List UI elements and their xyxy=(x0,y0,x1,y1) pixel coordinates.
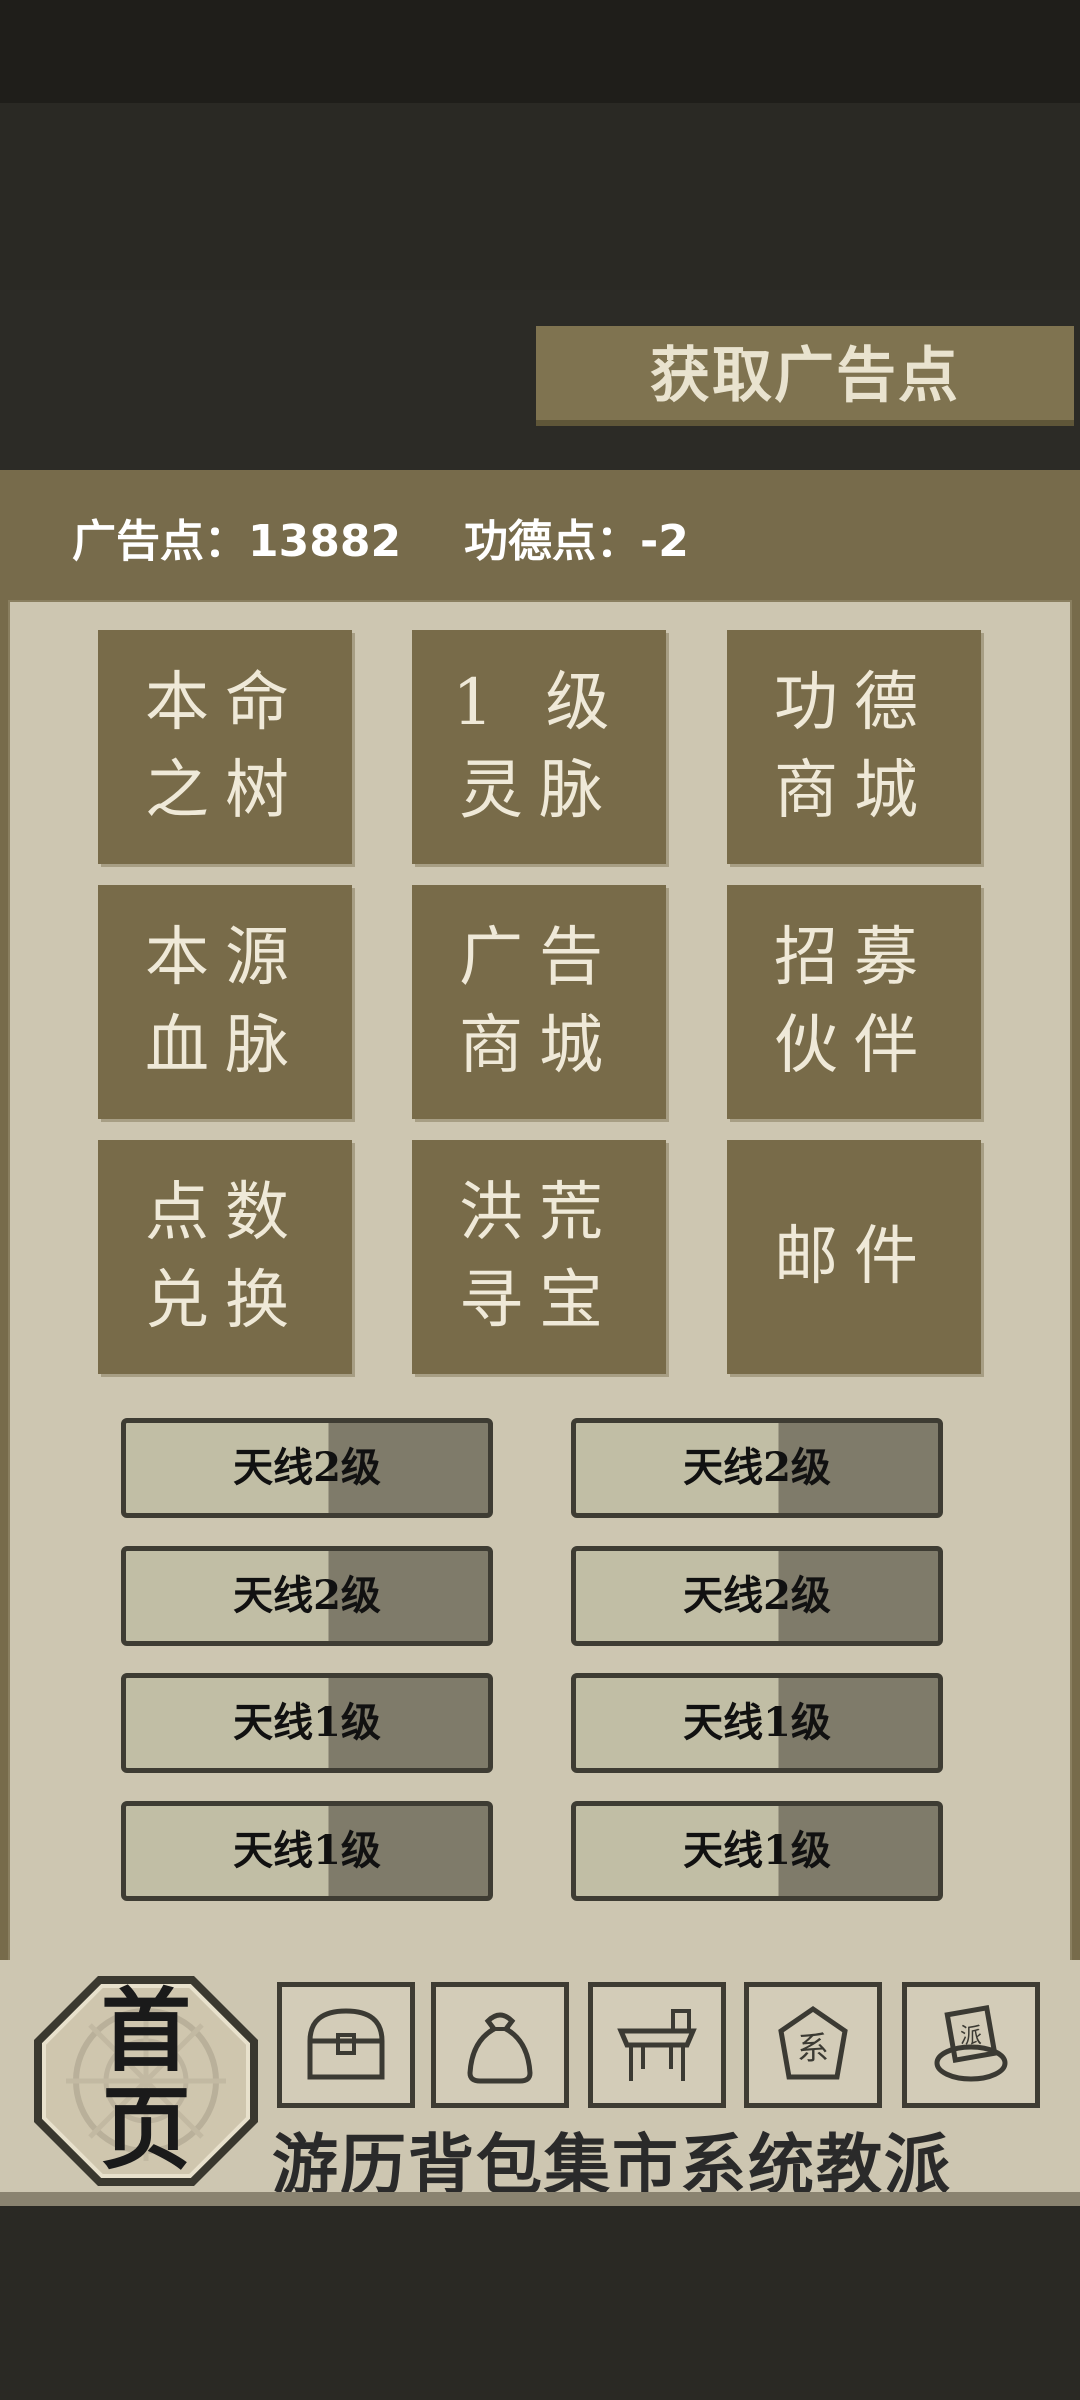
ad-points-value: 广告点：13882 xyxy=(72,516,402,567)
tile-label: 本源 血脉 xyxy=(145,921,305,1083)
nav-system-button[interactable]: 系 xyxy=(744,1982,882,2108)
tile-label: 本命 之树 xyxy=(145,666,305,828)
nav-divider xyxy=(0,2192,1080,2206)
stall-icon xyxy=(617,2009,697,2081)
tile-label: 邮件 xyxy=(774,1220,934,1294)
get-ad-points-button[interactable]: 获取广告点 xyxy=(536,326,1074,426)
sect-icon: 派 xyxy=(934,2004,1008,2082)
tile-points-exchange[interactable]: 点数 兑换 xyxy=(98,1140,352,1374)
antenna-button[interactable]: 天线2级 xyxy=(121,1546,493,1646)
tile-label: 1 级 灵脉 xyxy=(452,666,626,828)
tile-treasure-hunt[interactable]: 洪荒 寻宝 xyxy=(412,1140,666,1374)
antenna-button[interactable]: 天线2级 xyxy=(571,1418,943,1518)
tile-life-tree[interactable]: 本命 之树 xyxy=(98,630,352,864)
nav-market-button[interactable] xyxy=(588,1982,726,2108)
antenna-button[interactable]: 天线1级 xyxy=(121,1801,493,1901)
panel-frame-right xyxy=(1072,470,1080,2192)
tile-spirit-vein[interactable]: 1 级 灵脉 xyxy=(412,630,666,864)
tile-mail[interactable]: 邮件 xyxy=(727,1140,981,1374)
antenna-button[interactable]: 天线2级 xyxy=(121,1418,493,1518)
svg-text:派: 派 xyxy=(960,2024,982,2049)
tile-label: 洪荒 寻宝 xyxy=(459,1176,619,1338)
tile-recruit-partner[interactable]: 招募 伙伴 xyxy=(727,885,981,1119)
svg-text:系: 系 xyxy=(797,2029,829,2067)
bag-icon xyxy=(467,2012,533,2084)
tile-ad-shop[interactable]: 广告 商城 xyxy=(412,885,666,1119)
home-tab-label[interactable]: 首 页 xyxy=(92,1982,200,2178)
nav-bag-button[interactable] xyxy=(431,1982,569,2108)
tile-origin-bloodline[interactable]: 本源 血脉 xyxy=(98,885,352,1119)
tile-label: 点数 兑换 xyxy=(145,1176,305,1338)
nav-travel-button[interactable] xyxy=(277,1982,415,2108)
merit-points-value: 功德点：-2 xyxy=(464,516,689,567)
antenna-button[interactable]: 天线1级 xyxy=(571,1673,943,1773)
chest-icon xyxy=(307,2008,385,2080)
tile-label: 广告 商城 xyxy=(459,921,619,1083)
system-icon: 系 xyxy=(778,2005,848,2080)
antenna-button[interactable]: 天线1级 xyxy=(571,1801,943,1901)
tile-label: 招募 伙伴 xyxy=(774,921,934,1083)
tile-merit-shop[interactable]: 功德 商城 xyxy=(727,630,981,864)
nav-sect-button[interactable]: 派 xyxy=(902,1982,1040,2108)
system-nav-area xyxy=(0,2206,1080,2400)
tile-label: 功德 商城 xyxy=(774,666,934,828)
antenna-button[interactable]: 天线2级 xyxy=(571,1546,943,1646)
status-bar-area xyxy=(0,0,1080,103)
antenna-button[interactable]: 天线1级 xyxy=(121,1673,493,1773)
